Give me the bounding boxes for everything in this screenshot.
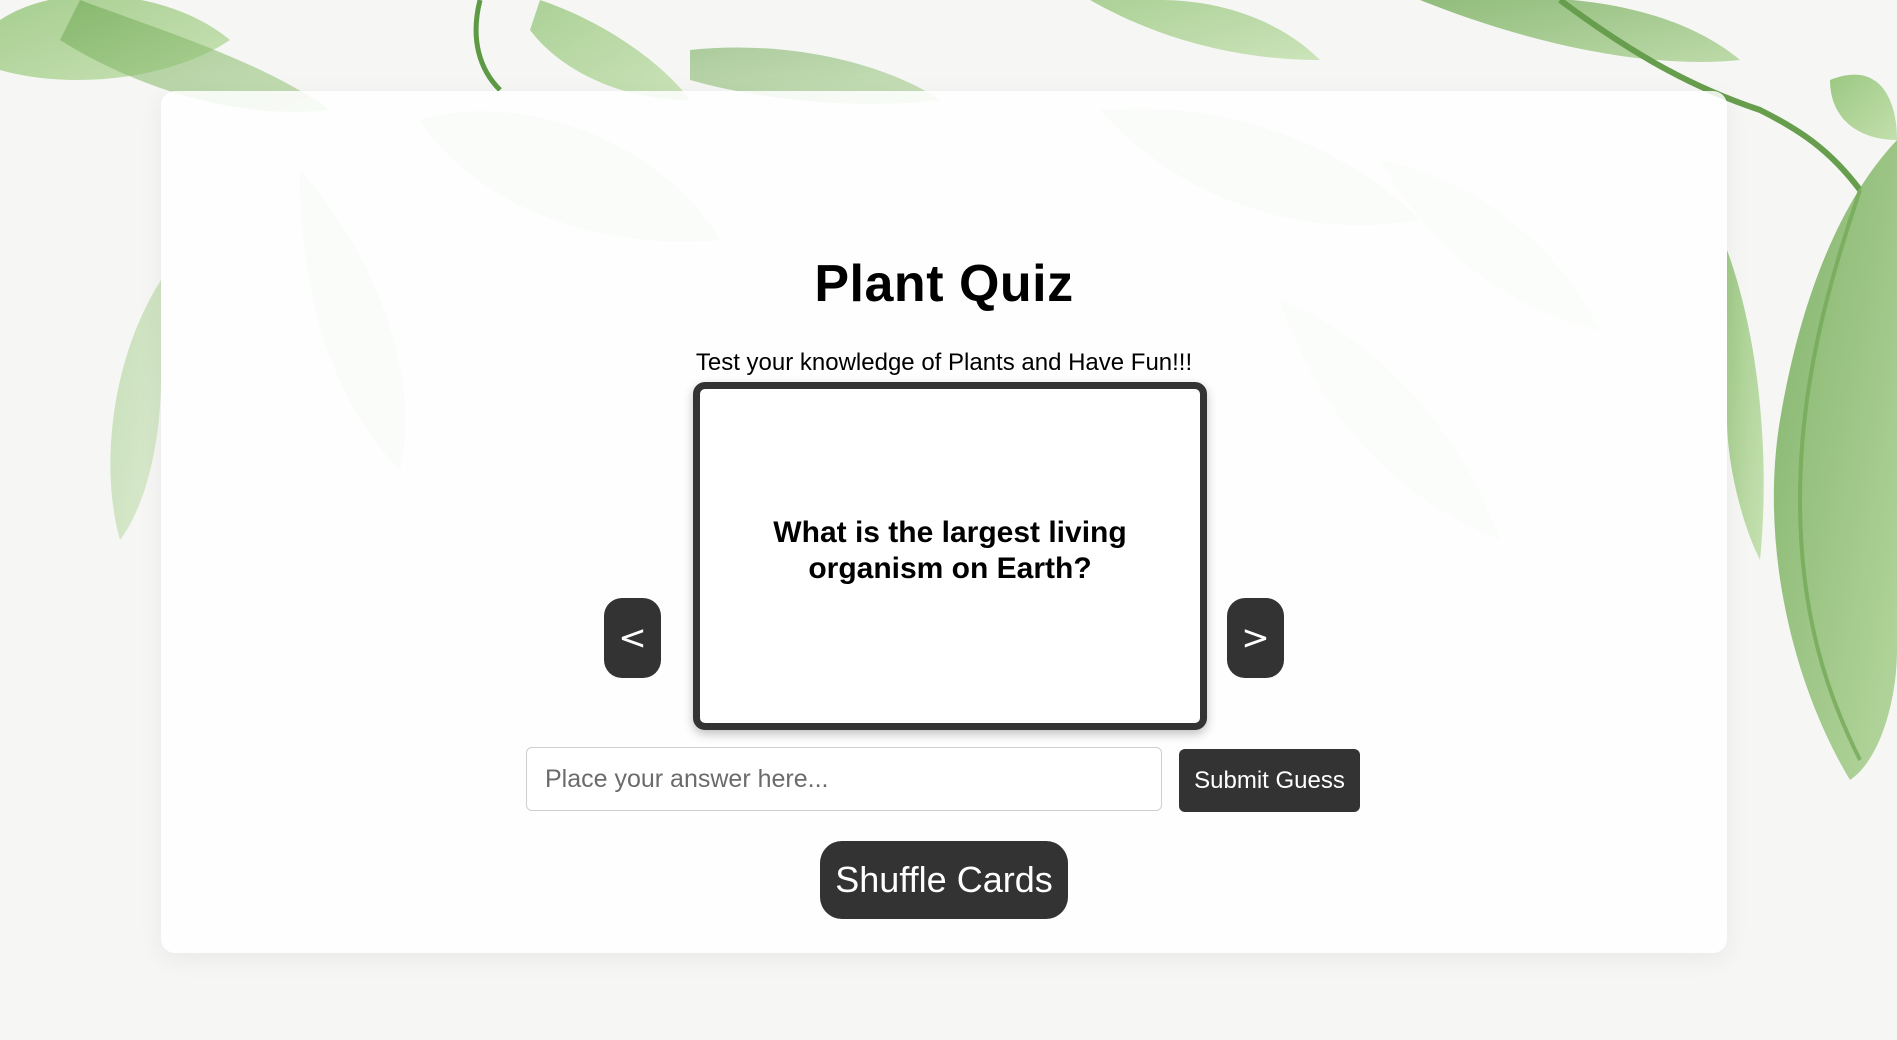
quiz-panel: Plant Quiz Test your knowledge of Plants… xyxy=(161,91,1727,953)
flashcard[interactable]: What is the largest living organism on E… xyxy=(693,382,1207,730)
submit-guess-button[interactable]: Submit Guess xyxy=(1179,749,1360,812)
shuffle-cards-button[interactable]: Shuffle Cards xyxy=(820,841,1068,919)
page-subtitle: Test your knowledge of Plants and Have F… xyxy=(695,349,1193,376)
page-title: Plant Quiz xyxy=(814,255,1074,313)
answer-input[interactable] xyxy=(526,747,1162,811)
next-card-button[interactable]: > xyxy=(1227,598,1284,678)
card-question: What is the largest living organism on E… xyxy=(773,516,1127,585)
previous-card-button[interactable]: < xyxy=(604,598,661,678)
